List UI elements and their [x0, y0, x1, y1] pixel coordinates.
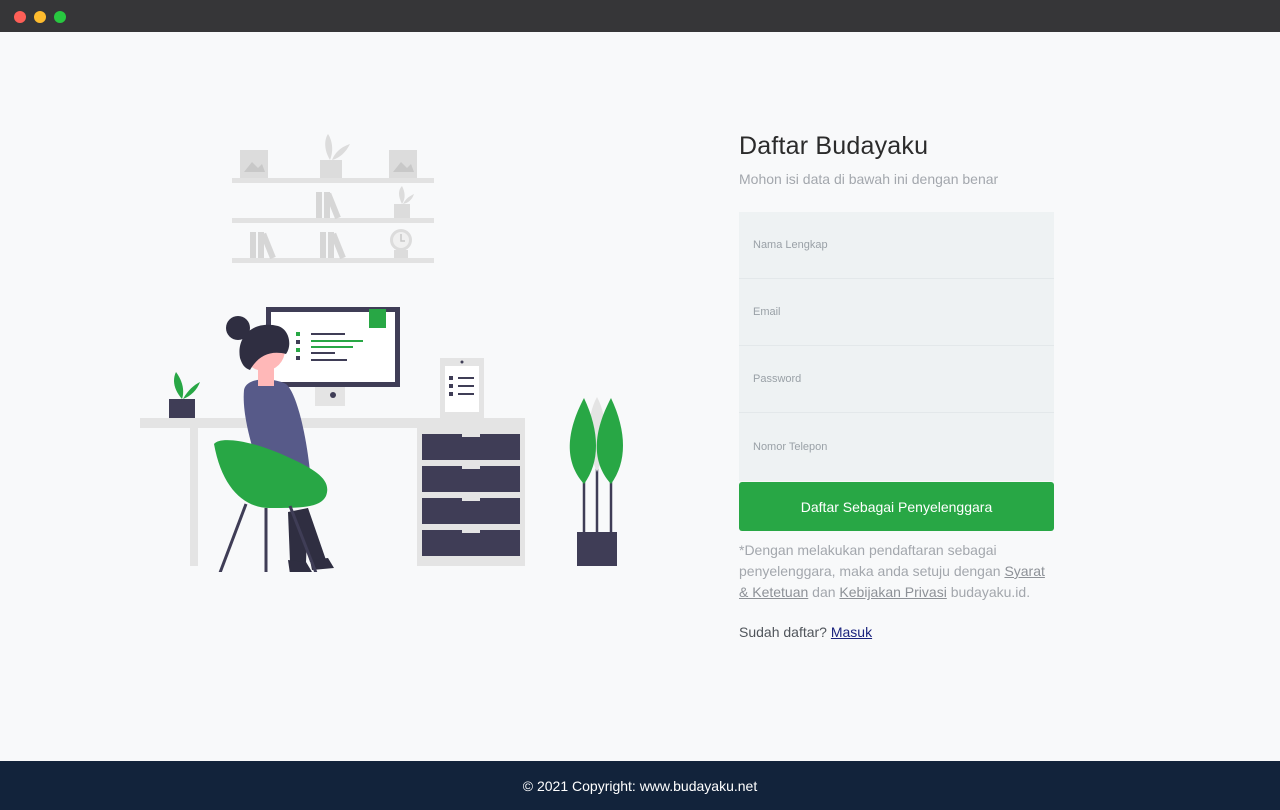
- main-content: Daftar Budayaku Mohon isi data di bawah …: [0, 32, 1280, 761]
- password-input[interactable]: [739, 346, 1054, 413]
- register-form: Daftar Budayaku Mohon isi data di bawah …: [739, 132, 1054, 640]
- login-link[interactable]: Masuk: [831, 624, 872, 640]
- window-titlebar: [0, 0, 1280, 32]
- form-fields: [739, 212, 1054, 481]
- shelves: [232, 134, 434, 263]
- login-prompt: Sudah daftar? Masuk: [739, 624, 1054, 640]
- page-title: Daftar Budayaku: [739, 132, 929, 160]
- floor-plant: [569, 397, 623, 566]
- terms-and: dan: [812, 584, 836, 600]
- terms-prefix: *Dengan melakukan pendaftaran sebagai pe…: [739, 542, 1001, 579]
- desk-plant: [169, 372, 200, 418]
- privacy-link[interactable]: Kebijakan Privasi: [839, 584, 946, 600]
- terms-notice: *Dengan melakukan pendaftaran sebagai pe…: [739, 540, 1054, 603]
- tablet: [440, 358, 484, 418]
- workspace-illustration: [140, 134, 623, 572]
- close-icon[interactable]: [14, 11, 26, 23]
- terms-suffix: budayaku.id.: [950, 584, 1031, 600]
- footer-copyright: © 2021 Copyright: www.budayaku.net: [522, 777, 758, 794]
- phone-input[interactable]: [739, 413, 1054, 481]
- email-input[interactable]: [739, 279, 1054, 346]
- footer: © 2021 Copyright: www.budayaku.net: [0, 761, 1280, 810]
- register-organizer-button[interactable]: Daftar Sebagai Penyelenggara: [739, 482, 1054, 531]
- full-name-input[interactable]: [739, 212, 1054, 279]
- page-subtitle: Mohon isi data di bawah ini dengan benar: [739, 171, 999, 187]
- maximize-icon[interactable]: [54, 11, 66, 23]
- desk: [140, 418, 525, 566]
- minimize-icon[interactable]: [34, 11, 46, 23]
- login-prompt-text: Sudah daftar?: [739, 624, 827, 640]
